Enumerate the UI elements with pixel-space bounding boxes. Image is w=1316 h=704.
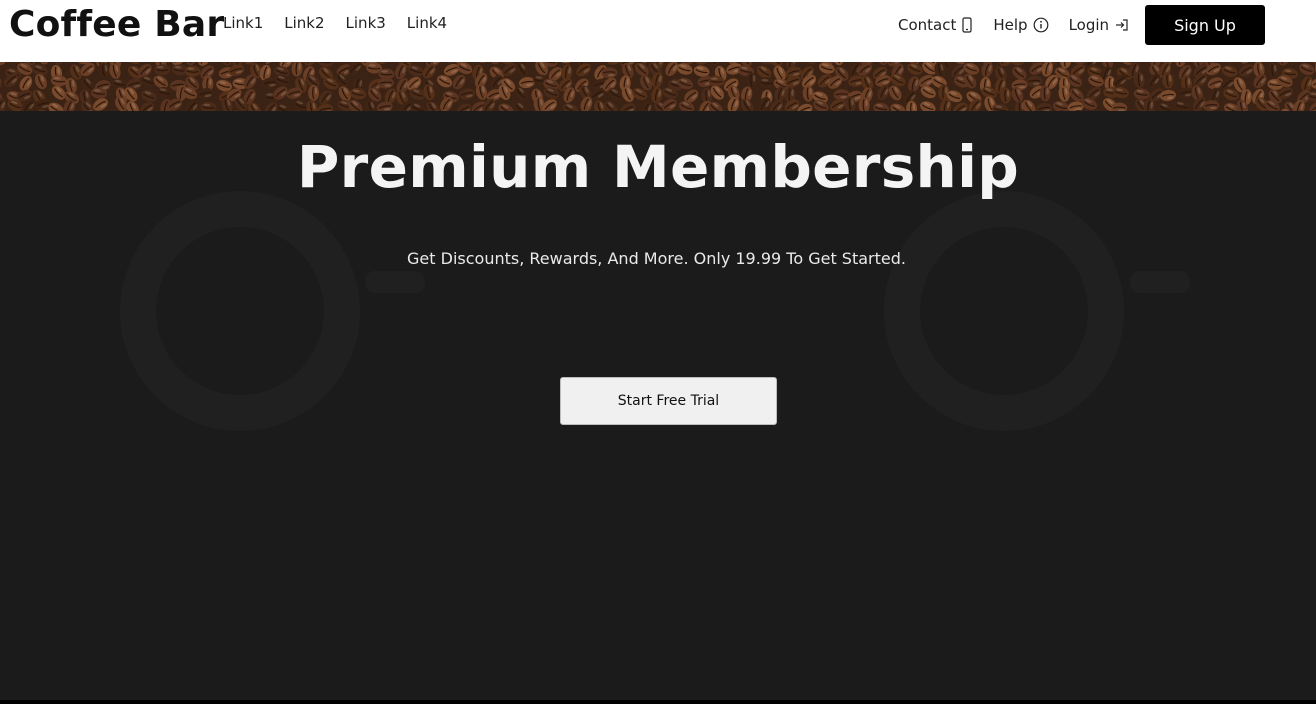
login-icon — [1114, 17, 1130, 33]
help-label: Help — [993, 16, 1028, 34]
contact-link[interactable]: Contact — [898, 16, 973, 34]
sign-up-button[interactable]: Sign Up — [1145, 5, 1265, 45]
login-label: Login — [1068, 16, 1110, 34]
bottom-edge — [0, 700, 1316, 704]
start-free-trial-button[interactable]: Start Free Trial — [560, 377, 777, 425]
site-header: Coffee Bar Link1 Link2 Link3 Link4 Conta… — [0, 0, 1316, 62]
nav-link-2[interactable]: Link2 — [284, 14, 324, 32]
contact-label: Contact — [898, 16, 957, 34]
coffee-beans-banner — [0, 62, 1316, 111]
login-link[interactable]: Login — [1069, 16, 1130, 34]
phone-icon — [961, 17, 973, 33]
coffee-beans-image — [0, 62, 1316, 111]
primary-nav: Link1 Link2 Link3 Link4 — [223, 14, 447, 32]
hero-subtitle: Get Discounts, Rewards, And More. Only 1… — [407, 249, 906, 268]
info-icon — [1033, 17, 1049, 33]
nav-link-1[interactable]: Link1 — [223, 14, 263, 32]
nav-link-4[interactable]: Link4 — [407, 14, 447, 32]
hero-section: Premium Membership Get Discounts, Reward… — [0, 111, 1316, 700]
brand-logo-text[interactable]: Coffee Bar — [9, 4, 224, 45]
secondary-nav: Contact Help Login — [898, 0, 1130, 50]
hero-title: Premium Membership — [296, 133, 1020, 201]
nav-link-3[interactable]: Link3 — [346, 14, 386, 32]
help-link[interactable]: Help — [993, 16, 1048, 34]
